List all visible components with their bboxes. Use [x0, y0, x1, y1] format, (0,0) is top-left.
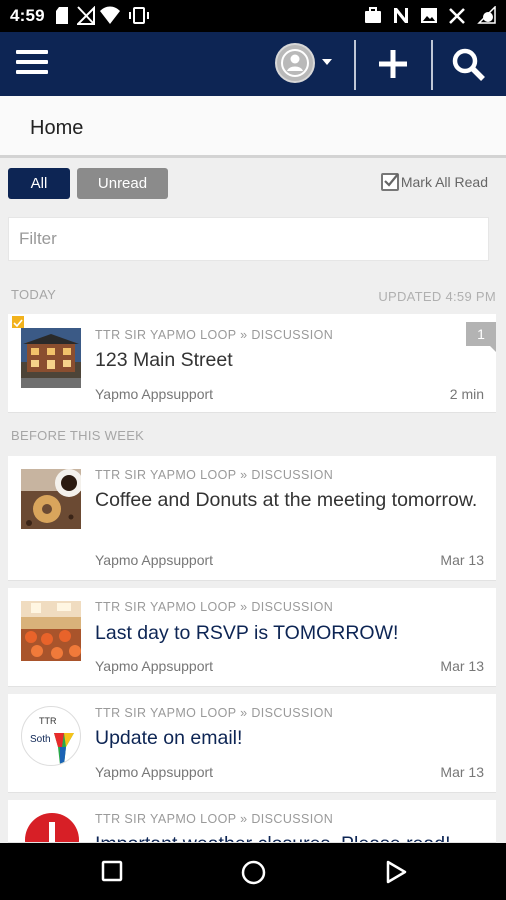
filter-input[interactable] [8, 217, 489, 261]
page-title: Home [30, 117, 84, 139]
post-date: Mar 13 [440, 552, 484, 568]
post-path: TTR SIR YAPMO LOOP » DISCUSSION [95, 706, 334, 720]
sd-card-icon [56, 7, 68, 24]
battery-icon [477, 6, 496, 24]
search-icon[interactable] [450, 46, 488, 84]
checkbox-icon[interactable] [380, 173, 399, 191]
post-path: TTR SIR YAPMO LOOP » DISCUSSION [95, 328, 334, 342]
building-thumbnail [21, 328, 81, 388]
updated-time: UPDATED 4:59 PM [378, 289, 496, 304]
page-header: Home [0, 96, 506, 158]
post-title: Important weather closures. Please read! [95, 831, 485, 842]
briefcase-icon [365, 7, 381, 23]
section-today: TODAY [11, 287, 57, 302]
post-author: Yapmo Appsupport [95, 658, 214, 674]
menu-icon[interactable] [16, 50, 48, 78]
coffee-donut-thumbnail [21, 469, 81, 529]
event-room-thumbnail [21, 601, 81, 661]
caret-down-icon[interactable] [322, 59, 332, 65]
appbar-divider [354, 40, 356, 90]
appbar-divider [431, 40, 433, 90]
n-app-icon [394, 8, 408, 23]
image-icon [421, 8, 437, 23]
no-signal-icon [77, 6, 95, 25]
ttr-logo-thumbnail: TTR Soth [21, 706, 81, 766]
shuffle-icon [449, 8, 465, 24]
app-bar [0, 32, 506, 96]
back-icon[interactable] [385, 860, 407, 884]
post-date: Mar 13 [440, 764, 484, 780]
plus-icon[interactable] [375, 46, 411, 82]
section-before-this-week: BEFORE THIS WEEK [11, 428, 145, 443]
tab-all[interactable]: All [8, 168, 70, 199]
post-card[interactable]: TTR SIR YAPMO LOOP » DISCUSSION Last day… [8, 588, 496, 687]
post-card[interactable]: TTR SIR YAPMO LOOP » DISCUSSION Importan… [8, 800, 496, 843]
unread-flag-icon [12, 316, 24, 328]
home-icon[interactable] [241, 860, 266, 885]
post-card[interactable]: TTR SIR YAPMO LOOP » DISCUSSION 123 Main… [8, 314, 496, 413]
status-time: 4:59 [10, 6, 45, 25]
post-author: Yapmo Appsupport [95, 386, 214, 402]
wifi-icon [100, 6, 120, 24]
system-nav-bar [0, 843, 506, 900]
post-card[interactable]: TTR Soth TTR SIR YAPMO LOOP » DISCUSSION… [8, 694, 496, 793]
post-path: TTR SIR YAPMO LOOP » DISCUSSION [95, 600, 334, 614]
status-bar: 4:59 [0, 0, 506, 32]
tab-unread[interactable]: Unread [77, 168, 168, 199]
post-date: Mar 13 [440, 658, 484, 674]
filter-tabs: All Unread [8, 168, 168, 199]
post-author: Yapmo Appsupport [95, 552, 214, 568]
post-title: 123 Main Street [95, 349, 233, 371]
alert-icon [25, 813, 79, 842]
post-title: Update on email! [95, 727, 243, 749]
post-title: Last day to RSVP is TOMORROW! [95, 622, 399, 644]
vibrate-icon [129, 7, 149, 24]
comment-count-badge: 1 [466, 322, 496, 352]
mark-all-read-label: Mark All Read [400, 174, 488, 190]
post-path: TTR SIR YAPMO LOOP » DISCUSSION [95, 468, 334, 482]
post-path: TTR SIR YAPMO LOOP » DISCUSSION [95, 812, 334, 826]
recents-icon[interactable] [101, 860, 123, 882]
mark-all-read-button[interactable]: Mark All Read [380, 173, 488, 191]
post-date: 2 min [449, 386, 484, 402]
post-title: Coffee and Donuts at the meeting tomorro… [95, 489, 478, 511]
avatar-icon[interactable] [275, 43, 315, 83]
post-card[interactable]: TTR SIR YAPMO LOOP » DISCUSSION Coffee a… [8, 456, 496, 581]
post-author: Yapmo Appsupport [95, 764, 214, 780]
